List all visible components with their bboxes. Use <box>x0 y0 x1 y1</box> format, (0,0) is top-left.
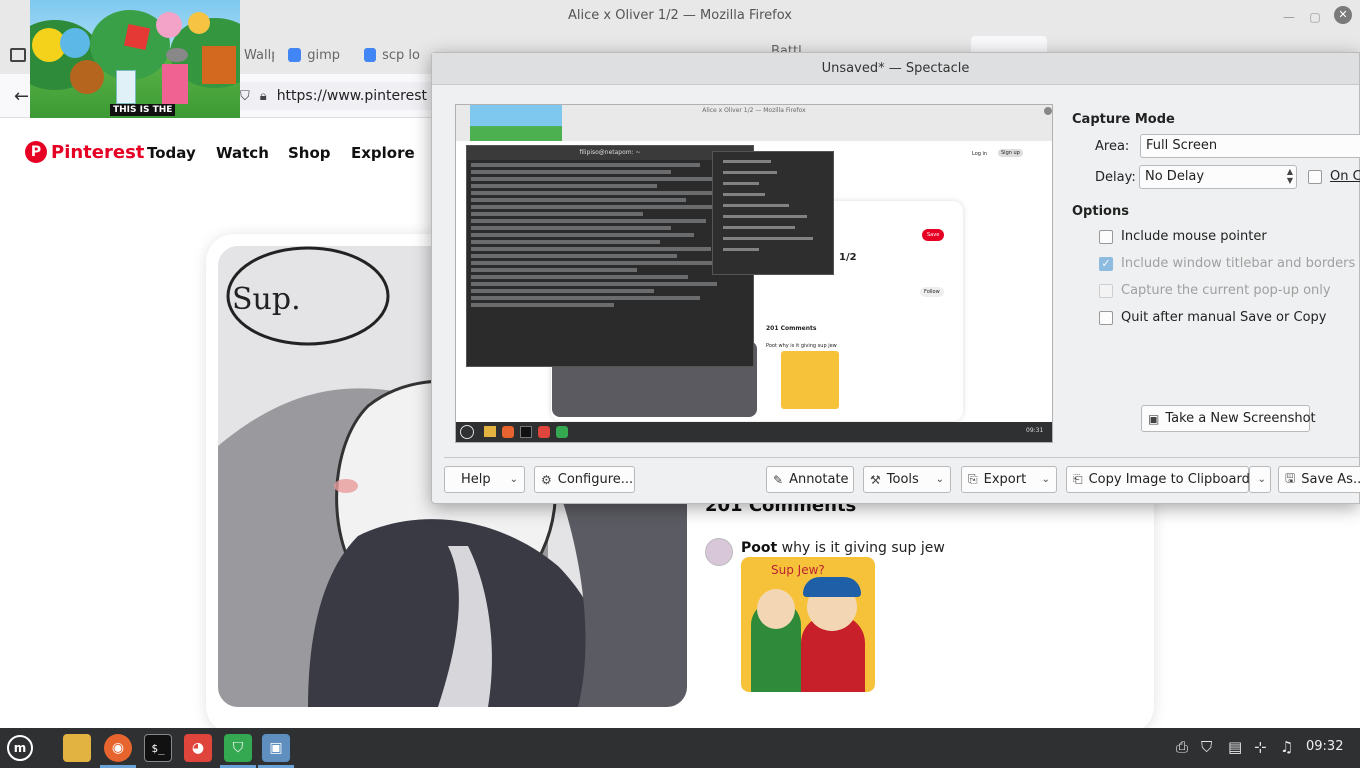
tab-list-icon[interactable] <box>10 42 26 68</box>
option-capture-popup[interactable]: Capture the current pop-up only <box>1099 283 1331 298</box>
google-icon <box>364 48 377 62</box>
screenshot-preview[interactable]: Alice x Oliver 1/2 — Mozilla Firefox Log… <box>455 104 1053 443</box>
copy-icon: ⎗ <box>1073 472 1083 486</box>
taskbar-clock[interactable]: 09:32 <box>1306 739 1343 754</box>
chevron-down-icon: ⌄ <box>1041 474 1050 485</box>
files-icon[interactable] <box>63 734 91 762</box>
preview-taskbar: 09:31 <box>456 422 1052 442</box>
spin-arrows-icon[interactable]: ▲ ▼ <box>1287 167 1293 185</box>
menu-icon[interactable]: m <box>6 734 34 762</box>
thumbnail-caption: THIS IS THE <box>110 104 176 116</box>
comment-body: why is it giving sup jew <box>781 540 945 556</box>
firefox-icon[interactable]: ◉ <box>104 734 132 762</box>
help-button[interactable]: Help ⌄ <box>444 466 525 493</box>
checkbox-icon[interactable] <box>1308 169 1322 184</box>
shield-icon[interactable]: ⛉ <box>240 89 250 104</box>
tools-button[interactable]: ⚒ Tools ⌄ <box>863 466 951 493</box>
nav-shop[interactable]: Shop <box>288 144 331 162</box>
area-label: Area: <box>1095 139 1130 154</box>
nav-watch[interactable]: Watch <box>216 144 269 162</box>
terminal-icon[interactable]: $_ <box>144 734 172 762</box>
back-arrow-icon[interactable]: ← <box>14 86 29 107</box>
gimp-icon[interactable]: ◕ <box>184 734 212 762</box>
take-new-screenshot-button[interactable]: ▣ Take a New Screenshot <box>1141 405 1316 432</box>
save-icon: 🖫 <box>1285 471 1296 485</box>
delay-label: Delay: <box>1095 170 1136 185</box>
tab-scp[interactable]: scp lo <box>364 42 420 68</box>
sound-icon[interactable]: ♫ <box>1280 738 1293 756</box>
capture-mode-heading: Capture Mode <box>1072 112 1175 127</box>
video-thumbnail-image: THIS IS THE <box>30 0 240 118</box>
network-icon[interactable]: ⊹ <box>1254 738 1267 756</box>
comment-image-text: Sup Jew? <box>771 563 825 577</box>
preview-context-menu <box>712 151 834 275</box>
configure-button[interactable]: ⚙ Configure... <box>534 466 635 493</box>
settings-icon: ⚙ <box>541 472 552 487</box>
shield-tray-icon[interactable]: ⛉ <box>1201 738 1212 756</box>
checkbox-icon[interactable] <box>1099 283 1113 298</box>
area-select[interactable]: Full Screen <box>1140 134 1360 158</box>
comment-author[interactable]: Poot <box>741 540 777 556</box>
save-as-button[interactable]: 🖫 Save As... <box>1278 466 1360 493</box>
shield-app-icon[interactable]: ⛉ <box>224 734 252 762</box>
tools-icon: ⚒ <box>870 472 881 487</box>
nav-explore[interactable]: Explore <box>351 144 415 162</box>
preview-terminal: filipiso@netapom: ~ <box>466 145 754 367</box>
chevron-down-icon: ⌄ <box>1257 474 1266 485</box>
export-icon: ⎘ <box>968 472 978 486</box>
checkbox-checked-icon[interactable]: ✓ <box>1099 256 1113 271</box>
clipboard-tray-icon[interactable]: ⎙ <box>1176 738 1188 756</box>
lock-icon: 🔒︎ <box>259 88 267 104</box>
comment-image[interactable]: Sup Jew? <box>741 557 875 692</box>
option-quit-after-save[interactable]: Quit after manual Save or Copy <box>1099 310 1326 325</box>
camera-icon: ▣ <box>1148 411 1160 426</box>
export-button[interactable]: ⎘ Export ⌄ <box>961 466 1057 493</box>
chevron-down-icon: ⌄ <box>509 474 518 485</box>
spectacle-window: Unsaved* — Spectacle Alice x Oliver 1/2 … <box>431 52 1360 504</box>
url-text: https://www.pinterest <box>276 88 427 104</box>
annotate-button[interactable]: ✎ Annotate <box>766 466 854 493</box>
options-heading: Options <box>1072 204 1129 219</box>
tab-gimp[interactable]: gimp <box>288 42 340 68</box>
checkbox-icon[interactable] <box>1099 310 1113 325</box>
spectacle-title: Unsaved* — Spectacle <box>821 61 970 76</box>
spectacle-titlebar: Unsaved* — Spectacle <box>432 53 1359 85</box>
speech-bubble-text: Sup. <box>232 282 301 317</box>
preview-firefox-bar: Alice x Oliver 1/2 — Mozilla Firefox <box>456 105 1052 157</box>
pinterest-logo-icon: P <box>25 141 47 163</box>
google-icon <box>288 48 302 62</box>
minimize-icon[interactable]: — <box>1280 8 1298 26</box>
notes-tray-icon[interactable]: ▤ <box>1228 738 1242 756</box>
option-include-mouse-pointer[interactable]: Include mouse pointer <box>1099 229 1267 244</box>
taskbar: m ◉ $_ ◕ ⛉ ▣ ⎙ ⛉ ▤ ⊹ ♫ 09:32 <box>0 728 1360 768</box>
nav-today[interactable]: Today <box>147 144 196 162</box>
copy-options-dropdown[interactable]: ⌄ <box>1249 466 1271 493</box>
annotate-icon: ✎ <box>773 472 784 487</box>
chevron-down-icon: ⌄ <box>935 474 944 485</box>
avatar[interactable] <box>705 538 733 566</box>
tab-wallpaper[interactable]: Wallp <box>244 42 274 68</box>
checkbox-icon[interactable] <box>1099 229 1113 244</box>
option-include-titlebar[interactable]: ✓ Include window titlebar and borders <box>1099 256 1355 271</box>
url-bar[interactable]: ⛉ 🔒︎ https://www.pinterest <box>232 82 442 110</box>
copy-to-clipboard-button[interactable]: ⎗ Copy Image to Clipboard <box>1066 466 1250 493</box>
close-icon[interactable]: ✕ <box>1334 6 1352 24</box>
spectacle-icon[interactable]: ▣ <box>262 734 290 762</box>
on-click-checkbox[interactable]: On Cl <box>1308 169 1360 184</box>
pinterest-logo[interactable]: P Pinterest <box>25 141 144 163</box>
divider <box>444 457 1360 458</box>
maximize-icon[interactable]: ▢ <box>1306 8 1324 26</box>
delay-spinbox[interactable]: No Delay ▲ ▼ <box>1139 165 1297 189</box>
